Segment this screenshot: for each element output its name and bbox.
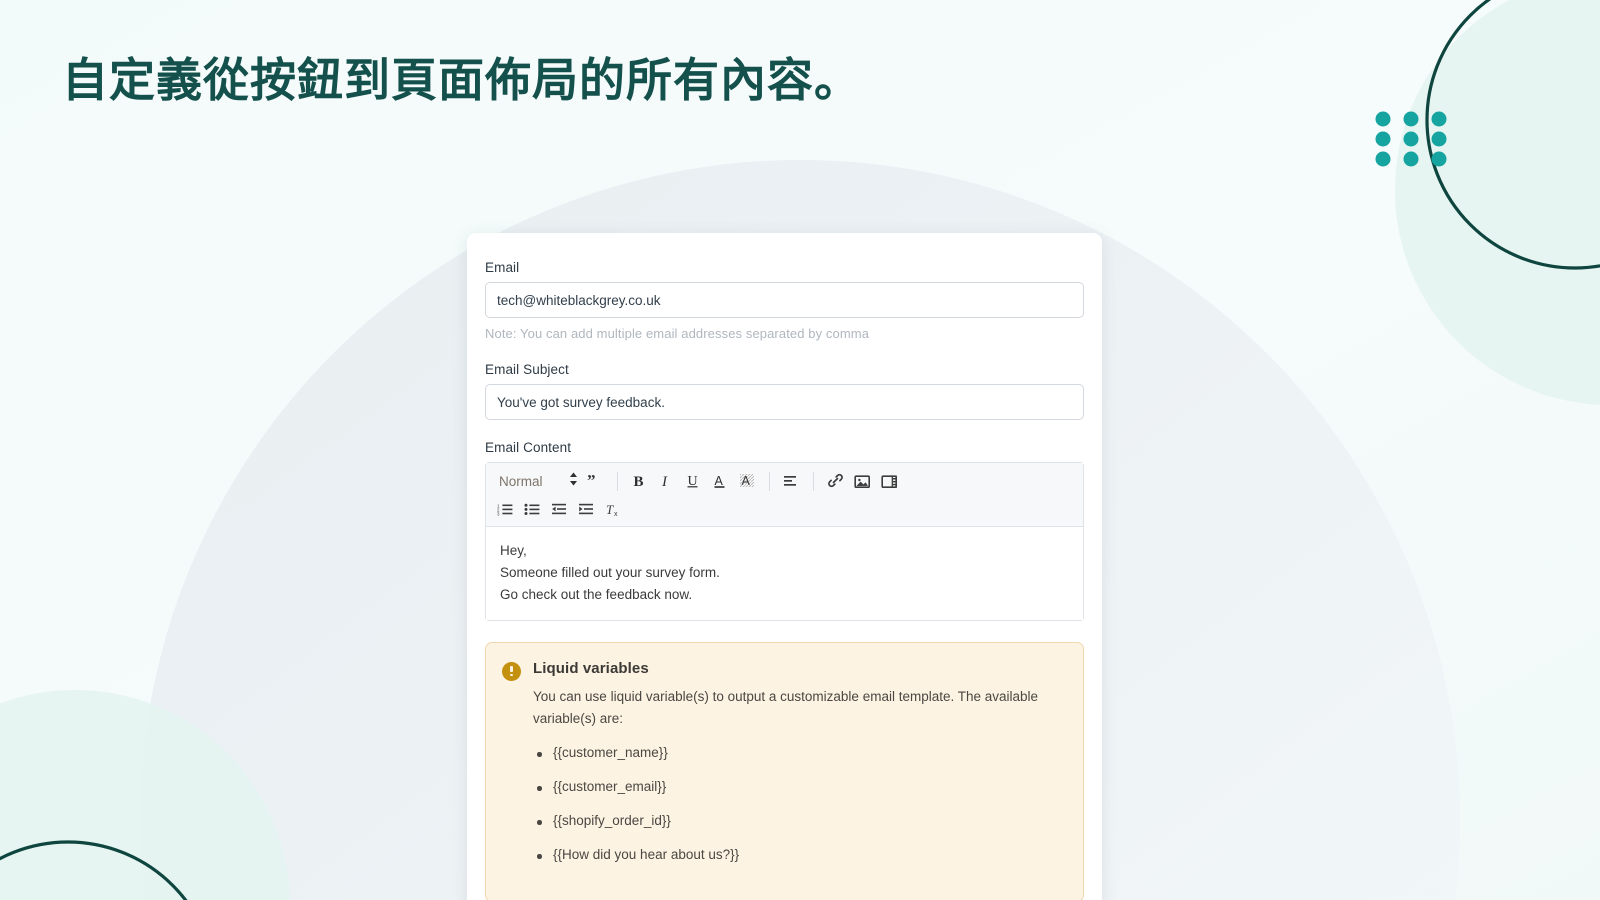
callout-content: Liquid variables You can use liquid vari… [533,660,1045,882]
align-left-icon[interactable] [778,469,805,494]
email-field-group: Email Note: You can add multiple email a… [485,260,1084,341]
chevron-updown-icon [569,472,578,491]
liquid-variables-callout: Liquid variables You can use liquid vari… [485,641,1084,900]
clear-format-icon[interactable]: T x [600,497,627,522]
email-label: Email [485,260,520,275]
toolbar-separator [616,471,618,491]
liquid-variable-item: {{customer_name}} [533,745,1045,760]
ordered-list-icon[interactable]: 1 2 3 [492,497,519,522]
settings-card: Email Note: You can add multiple email a… [467,233,1102,900]
svg-text:”: ” [587,474,596,489]
svg-text:x: x [614,511,618,517]
text-color-icon[interactable]: A [707,469,734,494]
liquid-variable-item: {{shopify_order_id}} [533,813,1045,828]
underline-icon[interactable]: U [680,469,707,494]
bold-icon[interactable]: B [626,469,653,494]
background-color-icon[interactable]: A [734,469,761,494]
format-select-label: Normal [499,473,543,489]
link-icon[interactable] [822,469,849,494]
callout-description: You can use liquid variable(s) to output… [533,688,1039,726]
content-label: Email Content [485,440,572,455]
email-helper-note: Note: You can add multiple email address… [485,326,870,341]
email-content-line: Hey, [500,543,527,558]
subject-field-group: Email Subject [485,362,1084,420]
toolbar-separator [812,471,814,491]
subject-input[interactable] [485,384,1084,420]
svg-text:A: A [715,474,724,488]
editor-toolbar: Normal ” B I U A A 1 2 3 T x [486,463,1083,527]
warning-icon [502,661,521,681]
page-title: 自定義從按鈕到頁面佈局的所有內容。 [62,54,861,106]
video-icon[interactable] [876,469,903,494]
bullet-list-icon[interactable] [519,497,546,522]
outdent-icon[interactable] [546,497,573,522]
email-input[interactable] [485,282,1084,318]
format-select[interactable]: Normal [492,469,582,494]
italic-icon[interactable]: I [653,469,680,494]
callout-title: Liquid variables [533,659,649,677]
svg-text:T: T [606,502,614,517]
svg-text:I: I [661,474,668,489]
svg-text:A: A [742,474,751,488]
email-content-body[interactable]: Hey, Someone filled out your survey form.… [486,527,1083,620]
liquid-variable-list: {{customer_name}} {{customer_email}} {{sho… [533,745,1045,862]
dot-grid-decoration [1375,111,1447,167]
subject-label: Email Subject [485,362,569,377]
toolbar-separator [768,471,770,491]
indent-icon[interactable] [573,497,600,522]
email-content-line: Someone filled out your survey form. [500,564,720,580]
content-field-group: Email Content Normal ” B I U A A 1 2 3 T… [485,440,1084,621]
email-content-line: Go check out the feedback now. [500,586,693,602]
liquid-variable-item: {{How did you hear about us?}} [533,847,1045,862]
image-icon[interactable] [849,469,876,494]
svg-text:B: B [634,474,644,489]
blockquote-icon[interactable]: ” [582,469,609,494]
rich-text-editor: Normal ” B I U A A 1 2 3 T x Hey, Someon… [485,462,1084,621]
liquid-variable-item: {{customer_email}} [533,779,1045,794]
svg-text:3: 3 [497,512,500,516]
